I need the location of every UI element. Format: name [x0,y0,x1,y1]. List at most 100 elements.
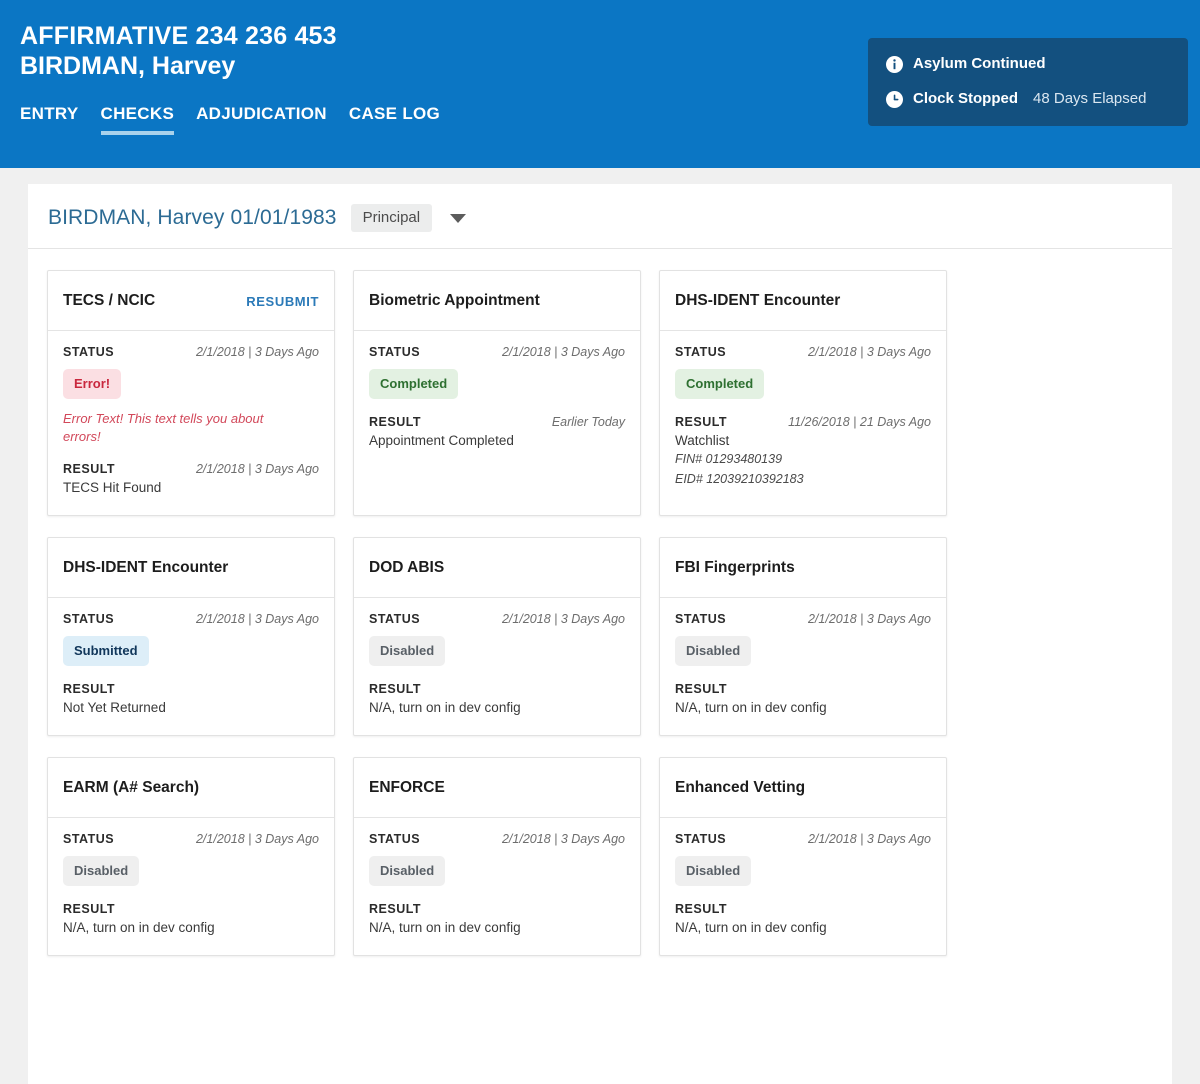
status-field-row: STATUS 2/1/2018 | 3 Days Ago [63,832,319,846]
case-status-panel: Asylum Continued Clock Stopped 48 Days Ela… [868,38,1188,126]
result-label: RESULT [63,682,116,697]
status-field-row: STATUS 2/1/2018 | 3 Days Ago [675,345,931,359]
checks-card-grid: TECS / NCIC RESUBMIT STATUS 2/1/2018 | 3 Da… [28,249,1172,957]
status-field-row: STATUS 2/1/2018 | 3 Days Ago [675,612,931,626]
status-label: STATUS [63,345,115,359]
result-field-row: RESULT [369,902,625,916]
status-date: 2/1/2018 | 3 Days Ago [501,832,625,847]
result-value: Appointment Completed [369,433,514,448]
result-label: RESULT [369,902,422,917]
result-field-row: RESULT 11/26/2018 | 21 Days Ago [675,415,931,429]
status-field-row: STATUS 2/1/2018 | 3 Days Ago [63,612,319,626]
card-body: STATUS 2/1/2018 | 3 Days Ago Disabled RESUL… [48,818,334,955]
status-date: 2/1/2018 | 3 Days Ago [501,345,625,359]
result-label: RESULT [675,415,728,429]
status-extra: 48 Days Elapsed [1033,90,1147,107]
status-date: 2/1/2018 | 3 Days Ago [807,345,931,359]
person-selector-bar[interactable]: BIRDMAN, Harvey 01/01/1983 Principal [28,184,1172,249]
status-field-row: STATUS 2/1/2018 | 3 Days Ago [369,345,625,359]
card-title: DHS-IDENT Encounter [63,559,229,577]
check-card: TECS / NCIC RESUBMIT STATUS 2/1/2018 | 3 Da… [47,270,335,517]
card-title: DHS-IDENT Encounter [675,292,841,309]
result-field-row: RESULT [675,902,931,916]
card-header: DHS-IDENT Encounter [48,538,334,599]
status-label: Asylum Continued [913,55,1046,72]
result-label: RESULT [369,682,422,697]
status-badge: Submitted [63,636,149,667]
card-body: STATUS 2/1/2018 | 3 Days Ago Completed RESU… [660,331,946,515]
app-header: AFFIRMATIVE 234 236 453 BIRDMAN, Harvey … [0,0,1200,168]
card-header: FBI Fingerprints [660,538,946,599]
status-date: 2/1/2018 | 3 Days Ago [195,612,319,627]
status-badge: Completed [369,369,459,399]
person-role-badge: Principal [350,204,433,232]
result-field-row: RESULT [675,682,931,696]
card-title: Biometric Appointment [369,292,540,309]
card-header: TECS / NCIC RESUBMIT [48,271,334,331]
status-field-row: STATUS 2/1/2018 | 3 Days Ago [675,832,931,846]
result-value: N/A, turn on in dev config [369,920,521,936]
status-date: 2/1/2018 | 3 Days Ago [501,612,625,627]
status-label: Clock Stopped [913,90,1019,107]
check-card: DHS-IDENT Encounter STATUS 2/1/2018 | 3 Da… [659,270,947,517]
status-date: 2/1/2018 | 3 Days Ago [195,345,319,359]
card-title: ENFORCE [369,779,445,797]
result-date: Earlier Today [551,415,625,429]
card-header: DHS-IDENT Encounter [660,271,946,331]
person-name-dob: BIRDMAN, Harvey 01/01/1983 [48,206,337,229]
status-label: STATUS [675,345,727,359]
card-title: FBI Fingerprints [675,559,795,577]
check-card: Enhanced Vetting STATUS 2/1/2018 | 3 Days … [659,757,947,957]
info-circle-icon [886,55,903,73]
check-card: FBI Fingerprints STATUS 2/1/2018 | 3 Days … [659,537,947,737]
tab-case-log[interactable]: CASE LOG [349,104,440,135]
result-date: 2/1/2018 | 3 Days Ago [195,461,319,476]
result-label: RESULT [63,902,116,917]
card-body: STATUS 2/1/2018 | 3 Days Ago Disabled RESUL… [660,598,946,735]
card-title: DOD ABIS [369,559,445,577]
card-header: ENFORCE [354,758,640,819]
result-value: N/A, turn on in dev config [675,700,827,716]
card-body: STATUS 2/1/2018 | 3 Days Ago Disabled RESUL… [354,598,640,735]
card-body: STATUS 2/1/2018 | 3 Days Ago Error! Error T… [48,331,334,515]
status-label: STATUS [369,612,421,627]
result-value: Not Yet Returned [63,700,166,716]
resubmit-button[interactable]: RESUBMIT [246,294,319,309]
status-badge: Completed [675,369,765,399]
card-title: TECS / NCIC [63,292,156,309]
result-label: RESULT [675,902,728,917]
chevron-down-icon[interactable] [450,213,467,223]
status-date: 2/1/2018 | 3 Days Ago [195,832,319,847]
result-value: TECS Hit Found [63,479,162,495]
check-card: ENFORCE STATUS 2/1/2018 | 3 Days Ago Disabl… [353,757,641,957]
status-date: 2/1/2018 | 3 Days Ago [807,832,931,847]
result-label: RESULT [63,461,116,476]
status-label: STATUS [369,832,421,847]
check-card: Biometric Appointment STATUS 2/1/2018 | 3 … [353,270,641,517]
status-label: STATUS [675,612,727,627]
card-body: STATUS 2/1/2018 | 3 Days Ago Submitted RESU… [48,598,334,735]
status-badge: Disabled [675,636,752,667]
result-value: Watchlist [675,433,730,448]
tab-checks[interactable]: CHECKS [100,104,175,135]
status-row-1: Asylum Continued [886,55,1170,73]
status-badge: Disabled [63,856,140,887]
status-badge: Disabled [675,856,752,887]
tab-entry[interactable]: ENTRY [20,104,79,135]
status-label: STATUS [63,612,115,627]
status-badge: Disabled [369,856,446,887]
result-field-row: RESULT [369,682,625,696]
check-card: EARM (A# Search) STATUS 2/1/2018 | 3 Days … [47,757,335,957]
card-header: Biometric Appointment [354,271,640,331]
card-header: Enhanced Vetting [660,758,946,819]
result-field-row: RESULT [63,682,319,696]
status-label: STATUS [369,345,421,359]
card-title: EARM (A# Search) [63,779,200,797]
result-value: N/A, turn on in dev config [63,920,215,936]
result-field-row: RESULT [63,902,319,916]
checks-page-container: BIRDMAN, Harvey 01/01/1983 Principal TEC… [28,184,1172,1084]
result-value: N/A, turn on in dev config [675,920,827,936]
clock-icon [886,90,903,108]
tab-adjudication[interactable]: ADJUDICATION [196,104,327,135]
card-body: STATUS 2/1/2018 | 3 Days Ago Disabled RESUL… [354,818,640,955]
